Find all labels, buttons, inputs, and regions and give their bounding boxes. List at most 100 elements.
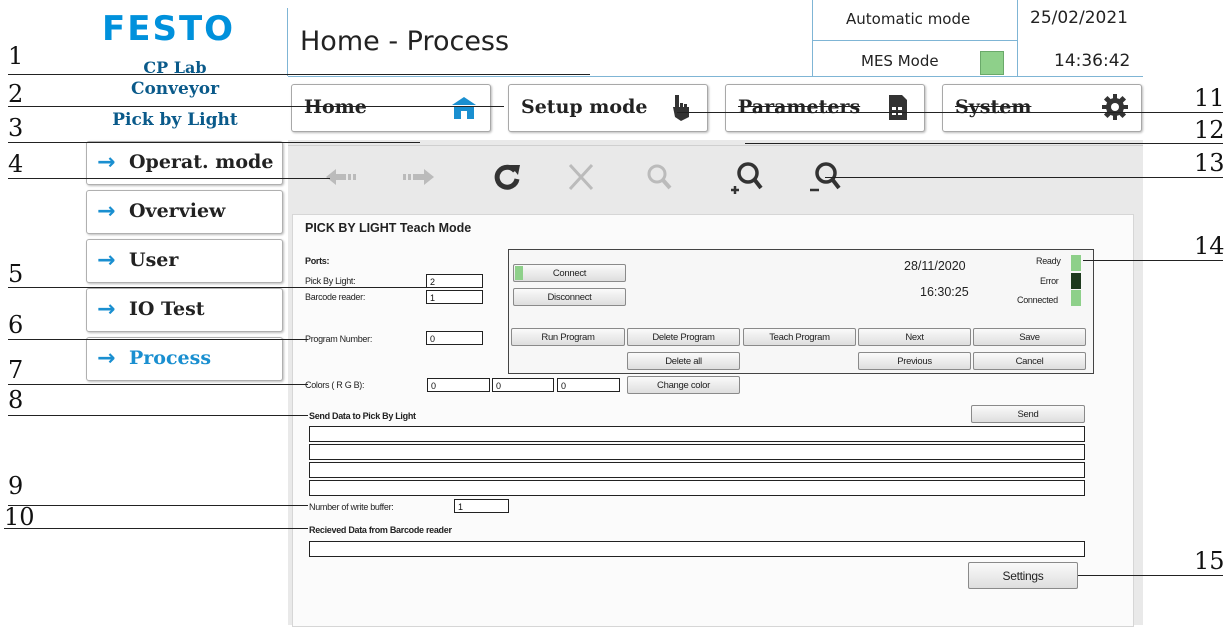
callout-10: 10 — [4, 503, 35, 531]
callout-11: 11 — [1194, 84, 1225, 112]
callout-7-line — [8, 384, 308, 385]
header-date: 25/02/2021 — [1030, 8, 1128, 28]
sidebar-item-label: IO Test — [129, 298, 205, 320]
nav-home-label: Home — [304, 96, 367, 118]
callout-2: 2 — [8, 80, 24, 108]
calculator-icon — [889, 95, 907, 120]
arrow-right-icon: → — [97, 297, 116, 322]
run-program-button[interactable]: Run Program — [511, 328, 625, 346]
back-arrow-icon[interactable] — [322, 157, 360, 197]
write-buffer-label: Number of write buffer: — [309, 502, 394, 512]
connect-button[interactable]: Connect — [513, 264, 626, 282]
sidebar-item-process[interactable]: → Process — [86, 337, 283, 381]
callout-10-line — [4, 528, 308, 529]
clock-separator — [1017, 0, 1018, 76]
header-bottom-line — [288, 76, 1143, 77]
callout-4-line — [8, 178, 330, 179]
send-line-3[interactable] — [309, 462, 1085, 478]
send-section-label: Send Data to Pick By Light — [309, 411, 416, 421]
send-line-1[interactable] — [309, 426, 1085, 442]
status-mid-line — [812, 40, 1017, 41]
home-icon — [452, 97, 476, 119]
sidebar-item-user[interactable]: → User — [86, 239, 283, 283]
sidebar-item-label: User — [129, 249, 179, 271]
sidebar-item-label: Operat. mode — [129, 151, 274, 173]
nav-parameters-button[interactable]: Parameters — [725, 84, 925, 132]
callout-11-line — [677, 112, 1223, 113]
hand-pointer-icon — [673, 95, 689, 121]
callout-1-line — [8, 74, 590, 75]
arrow-right-icon: → — [97, 199, 116, 224]
gear-icon — [1102, 94, 1128, 120]
color-b-field[interactable]: 0 — [557, 378, 620, 392]
callout-12: 12 — [1194, 116, 1225, 144]
callout-5: 5 — [8, 260, 24, 288]
callout-15-line — [1078, 575, 1223, 576]
refresh-icon[interactable] — [488, 157, 526, 197]
error-led — [1071, 273, 1081, 289]
received-data-field[interactable] — [309, 541, 1085, 557]
nav-home-button[interactable]: Home — [291, 84, 491, 132]
previous-button[interactable]: Previous — [858, 352, 971, 370]
arrow-right-icon: → — [97, 346, 116, 371]
callout-14-line — [1083, 260, 1223, 261]
pick-by-light-port-field[interactable]: 2 — [426, 274, 483, 288]
device-date: 28/11/2020 — [904, 259, 966, 273]
nav-setup-button[interactable]: Setup mode — [508, 84, 708, 132]
connected-led — [1071, 290, 1081, 306]
callout-8: 8 — [8, 386, 24, 414]
callout-13: 13 — [1194, 149, 1225, 177]
forward-arrow-icon[interactable] — [400, 157, 438, 197]
callout-3: 3 — [8, 114, 24, 142]
colors-label: Colors ( R G B): — [305, 380, 365, 390]
callout-15: 15 — [1194, 547, 1225, 575]
barcode-port-label: Barcode reader: — [305, 292, 366, 302]
nav-system-button[interactable]: System — [942, 84, 1142, 132]
connect-button-label: Connect — [552, 268, 587, 279]
header-separator — [287, 8, 288, 76]
nav-setup-label: Setup mode — [521, 96, 648, 118]
callout-4: 4 — [8, 150, 24, 178]
search-icon[interactable] — [640, 157, 678, 197]
delete-all-button[interactable]: Delete all — [627, 352, 740, 370]
disconnect-button[interactable]: Disconnect — [513, 288, 626, 306]
send-line-4[interactable] — [309, 480, 1085, 496]
sidebar-item-label: Overview — [129, 200, 226, 222]
nav-system-label: System — [955, 96, 1032, 118]
cancel-x-icon[interactable] — [562, 157, 600, 197]
send-button[interactable]: Send — [971, 405, 1085, 423]
program-number-field[interactable]: 0 — [426, 331, 483, 345]
sidebar-item-overview[interactable]: → Overview — [86, 190, 283, 234]
zoom-in-icon[interactable] — [728, 157, 766, 197]
nav-parameters-label: Parameters — [738, 96, 861, 118]
ready-label: Ready — [1036, 256, 1061, 266]
callout-7: 7 — [8, 356, 24, 384]
callout-9: 9 — [8, 472, 24, 500]
change-color-button[interactable]: Change color — [627, 376, 740, 394]
settings-button[interactable]: Settings — [968, 562, 1078, 589]
delete-program-button[interactable]: Delete Program — [627, 328, 740, 346]
page-title: Home - Process — [300, 26, 510, 57]
sidebar-item-io-test[interactable]: → IO Test — [86, 288, 283, 332]
ready-led — [1071, 255, 1081, 271]
device-time: 16:30:25 — [920, 285, 969, 299]
send-line-2[interactable] — [309, 444, 1085, 460]
header-time: 14:36:42 — [1054, 51, 1131, 71]
teach-program-button[interactable]: Teach Program — [743, 328, 856, 346]
pick-by-light-port-label: Pick By Light: — [305, 276, 356, 286]
arrow-right-icon: → — [97, 150, 116, 175]
color-r-field[interactable]: 0 — [427, 378, 490, 392]
callout-14: 14 — [1194, 232, 1225, 260]
barcode-port-field[interactable]: 1 — [426, 290, 483, 304]
color-g-field[interactable]: 0 — [492, 378, 554, 392]
write-buffer-field[interactable]: 1 — [454, 499, 509, 513]
toolbar-top-line — [288, 145, 1143, 146]
cancel-button[interactable]: Cancel — [973, 352, 1086, 370]
save-button[interactable]: Save — [973, 328, 1086, 346]
mode-label: Automatic mode — [846, 10, 971, 28]
connect-status-led — [515, 266, 523, 280]
connected-label: Connected — [1017, 295, 1058, 305]
next-button[interactable]: Next — [858, 328, 971, 346]
sidebar-item-label: Process — [129, 347, 212, 369]
callout-12-line — [745, 143, 1223, 144]
